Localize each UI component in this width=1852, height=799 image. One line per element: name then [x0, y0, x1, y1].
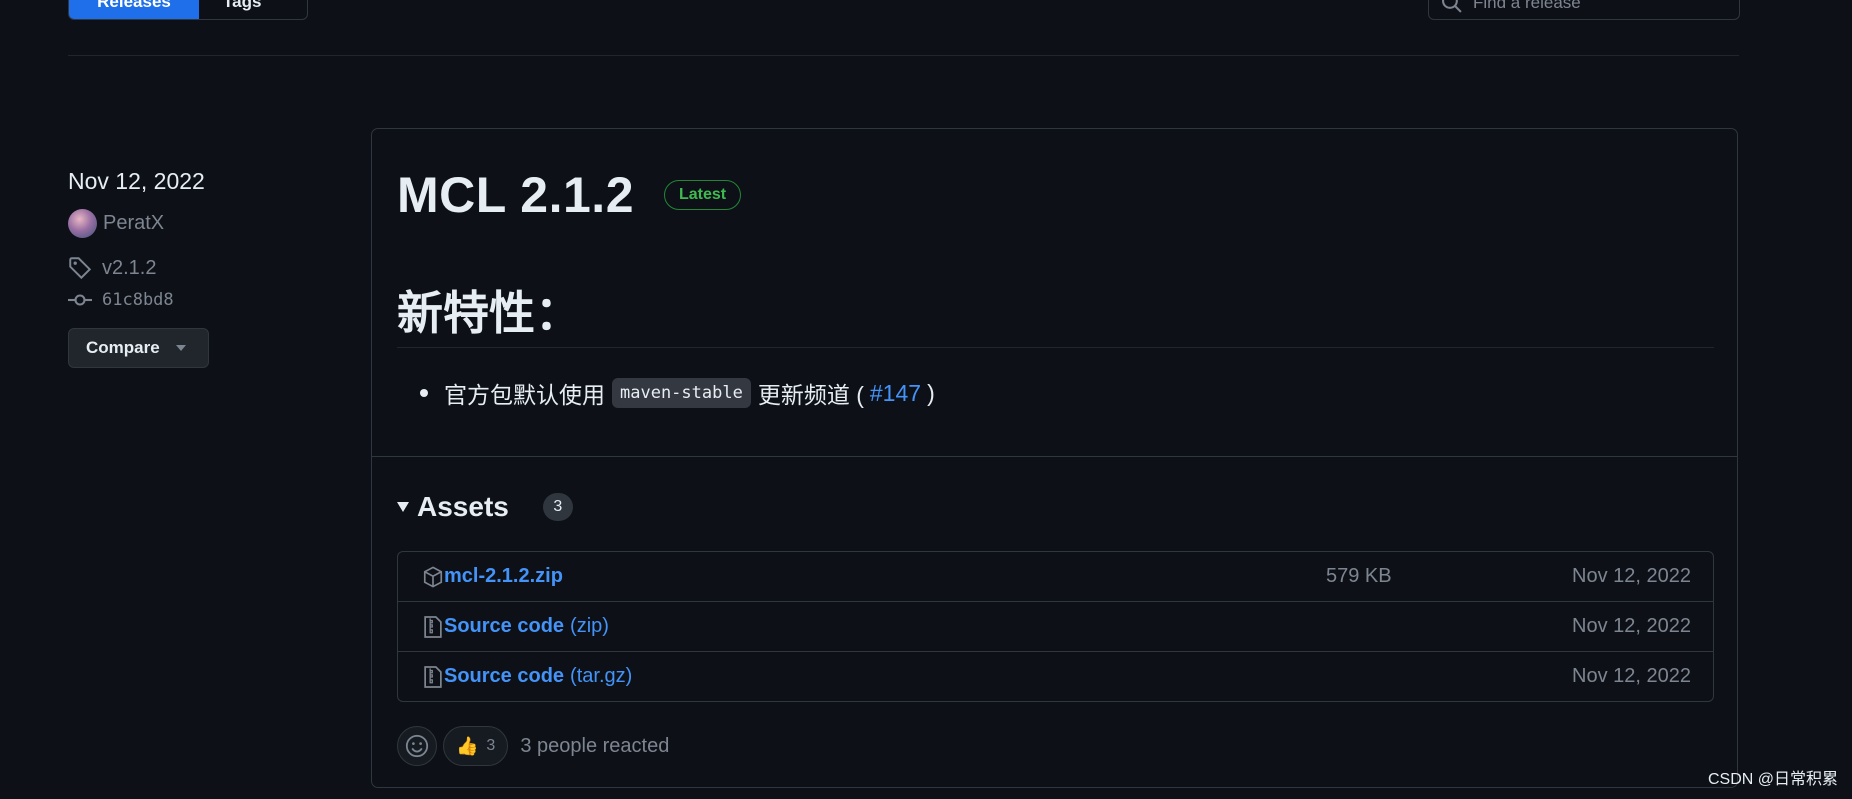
release-notes-heading: 新特性： [397, 287, 581, 339]
top-divider [68, 55, 1739, 56]
reaction-summary: 3 people reacted [520, 734, 670, 757]
note-middle: 更新频道 ( [757, 382, 864, 408]
assets-divider [372, 456, 1737, 457]
assets-label: Assets [417, 491, 509, 522]
smiley-icon [405, 734, 429, 758]
release-note-item: 官方包默认使用 maven-stable 更新频道 ( #147 ) [420, 376, 935, 410]
issue-link[interactable]: #147 [870, 380, 921, 407]
source-targz-link[interactable]: Source code [444, 665, 564, 688]
author-row[interactable]: PeratX [68, 209, 328, 238]
heading-divider [397, 347, 1714, 348]
source-zip-suffix[interactable]: (zip) [570, 615, 609, 638]
asset-list: mcl-2.1.2.zip 579 KB Nov 12, 2022 Source… [397, 551, 1714, 702]
asset-row: Source code (tar.gz) Nov 12, 2022 [398, 651, 1713, 701]
note-code: maven-stable [612, 378, 751, 408]
thumbs-up-count: 3 [486, 737, 496, 754]
chevron-down-icon [175, 345, 186, 351]
search-icon [1442, 0, 1462, 13]
asset-link[interactable]: mcl-2.1.2.zip [444, 565, 563, 588]
triangle-down-icon [397, 502, 409, 512]
source-zip-link[interactable]: Source code [444, 615, 564, 638]
find-release-input[interactable]: Find a release [1428, 0, 1740, 20]
asset-date: Nov 12, 2022 [1572, 615, 1691, 637]
assets-count: 3 [542, 493, 573, 521]
release-meta: Nov 12, 2022 PeratX v2.1.2 61c8bd8 Compa… [68, 168, 328, 368]
file-zip-icon [422, 665, 444, 689]
tag-icon [69, 257, 92, 280]
tag-row[interactable]: v2.1.2 [68, 256, 328, 280]
asset-row: Source code (zip) Nov 12, 2022 [398, 601, 1713, 651]
commit-sha[interactable]: 61c8bd8 [102, 290, 174, 310]
compare-label: Compare [86, 338, 160, 357]
tag-label[interactable]: v2.1.2 [102, 257, 156, 280]
commit-icon [68, 294, 92, 306]
release-card: MCL 2.1.2 Latest 新特性： 官方包默认使用 maven-stab… [371, 128, 1738, 788]
source-targz-suffix[interactable]: (tar.gz) [570, 665, 632, 688]
latest-badge: Latest [664, 180, 742, 210]
release-title[interactable]: MCL 2.1.2 [397, 166, 634, 224]
avatar[interactable] [68, 209, 97, 238]
release-tabs: Releases Tags [68, 0, 308, 20]
asset-size: 579 KB [1326, 565, 1392, 587]
release-title-row: MCL 2.1.2 Latest [397, 166, 742, 224]
thumbs-up-reaction[interactable]: 👍 3 [443, 726, 509, 766]
bullet-dot [420, 389, 428, 397]
asset-date: Nov 12, 2022 [1572, 665, 1691, 687]
add-reaction-button[interactable] [397, 726, 437, 766]
tab-tags[interactable]: Tags [199, 0, 307, 19]
asset-row: mcl-2.1.2.zip 579 KB Nov 12, 2022 [398, 552, 1713, 601]
reactions-bar: 👍 3 3 people reacted [397, 726, 669, 766]
tab-releases[interactable]: Releases [69, 0, 199, 19]
note-suffix: ) [927, 379, 935, 406]
package-icon [422, 565, 444, 589]
thumbs-up-icon: 👍 [456, 735, 479, 756]
compare-button[interactable]: Compare [68, 328, 209, 368]
find-release-placeholder: Find a release [1473, 0, 1581, 12]
file-zip-icon [422, 615, 444, 639]
assets-toggle[interactable]: Assets 3 [397, 491, 573, 523]
author-name[interactable]: PeratX [103, 212, 164, 235]
asset-date: Nov 12, 2022 [1572, 565, 1691, 587]
commit-row[interactable]: 61c8bd8 [68, 288, 328, 312]
release-date: Nov 12, 2022 [68, 168, 205, 194]
watermark: CSDN @日常积累 [1707, 771, 1838, 788]
note-prefix: 官方包默认使用 [444, 382, 605, 408]
